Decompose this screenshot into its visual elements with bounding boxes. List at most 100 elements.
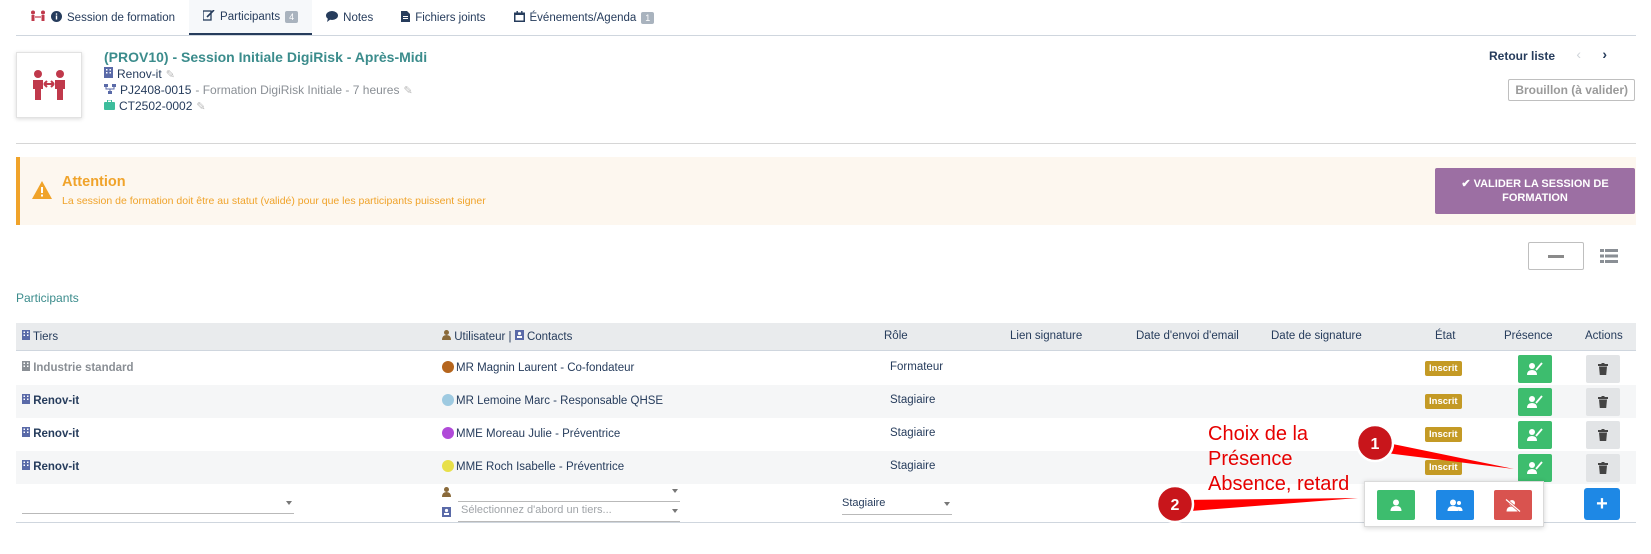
edit-pencil-icon[interactable]: ✎ [403,84,412,97]
warning-triangle-icon [32,179,52,205]
avatar [442,427,454,439]
absent-button[interactable] [1494,490,1532,520]
remote-presence-button[interactable] [1436,490,1474,520]
th-tiers[interactable]: Tiers [22,330,58,343]
contract-icon [104,99,115,113]
chevron-right-icon[interactable]: › [1602,46,1607,62]
trash-icon [1598,363,1608,375]
tiers-cell[interactable]: Industrie standard [22,361,134,374]
presence-popover [1364,481,1544,527]
th-presence[interactable]: Présence [1504,330,1553,342]
status-badge: Inscrit [1425,361,1462,376]
contact-placeholder: Sélectionnez d'abord un tiers... [461,504,612,516]
project-link[interactable]: PJ2408-0015 [120,83,191,97]
warning-box: Attention La session de formation doit ê… [16,157,1636,225]
edit-pencil-icon[interactable]: ✎ [196,100,205,113]
th-signature-date[interactable]: Date de signature [1271,330,1362,342]
presence-button[interactable] [1518,355,1552,383]
tiers-cell[interactable]: Renov-it [22,460,79,473]
collapse-button[interactable] [1528,242,1584,270]
add-participant-button[interactable]: + [1584,488,1620,520]
tab-label: Session de formation [67,11,176,24]
title-separator: - [168,49,182,65]
validate-session-button[interactable]: ✔ VALIDER LA SESSION DE FORMATION [1435,168,1635,214]
user-select[interactable] [458,484,680,502]
training-people-icon [33,70,65,100]
calendar-icon [513,10,525,25]
th-user-contacts[interactable]: Utilisateur | Contacts [442,330,572,343]
presence-button[interactable] [1518,454,1552,482]
contract-link[interactable]: CT2502-0002 [119,99,192,113]
annotation-line: Présence [1208,448,1293,470]
annotation-line: Choix de la [1208,423,1309,445]
user-icon [442,330,451,343]
delete-button[interactable] [1586,454,1620,482]
user-remote-icon [1447,499,1463,511]
list-view-icon[interactable] [1600,249,1618,263]
presence-button[interactable] [1518,388,1552,416]
warning-title: Attention [62,174,126,190]
building-icon [22,427,30,440]
building-icon [22,361,30,374]
tab-label: Fichiers joints [415,11,486,24]
company-link[interactable]: Renov-it [117,67,162,81]
contact-role: - Préventrice [555,461,625,473]
chevron-left-icon[interactable]: ‹ [1576,46,1581,62]
building-icon [22,394,30,407]
contact-cell[interactable]: MR Magnin Laurent - Co-fondateur [442,361,634,374]
contact-cell[interactable]: MME Moreau Julie - Préventrice [442,427,620,440]
session-title: (PROV10) - Session Initiale DigiRisk - A… [104,49,427,65]
marker-2-label: 2 [1171,497,1180,514]
tab-notes[interactable]: Notes [312,0,387,35]
delete-button[interactable] [1586,388,1620,416]
tiers-select[interactable] [22,496,294,514]
section-title: Participants [16,291,79,305]
count-badge: 1 [641,11,655,24]
tab-label: Participants [220,10,281,23]
divider [16,143,1636,144]
role-cell: Stagiaire [890,427,936,439]
delete-button[interactable] [1586,421,1620,449]
contact-select[interactable]: Sélectionnez d'abord un tiers... [458,504,680,522]
tab-files[interactable]: Fichiers joints [387,0,499,35]
role-select[interactable]: Stagiaire [842,497,952,515]
user-sign-icon [1527,428,1543,441]
delete-button[interactable] [1586,355,1620,383]
tiers-cell[interactable]: Renov-it [22,427,79,440]
caret-down-icon [286,501,292,505]
contact-name: MR Magnin Laurent [456,362,557,374]
status-badge[interactable]: Brouillon (à valider) [1508,79,1635,101]
building-icon [22,460,30,473]
contact-role: - Préventrice [551,428,621,440]
signature-icon [202,8,215,24]
back-to-list-link[interactable]: Retour liste [1489,49,1555,63]
table-row: Renov-it MME Roch Isabelle - Préventrice… [16,451,1636,484]
th-sep: | [505,331,515,343]
table-row: Industrie standard MR Magnin Laurent - C… [16,352,1636,385]
status-badge: Inscrit [1425,394,1462,409]
people-icon [30,10,46,25]
user-sign-icon [1527,362,1543,375]
tab-participants[interactable]: Participants 4 [189,0,313,35]
role-cell: Formateur [890,361,944,373]
tab-agenda[interactable]: Événements/Agenda 1 [500,0,669,35]
user-sign-icon [1527,395,1543,408]
tiers-name: Renov-it [33,461,80,473]
project-line: PJ2408-0015 - Formation DigiRisk Initial… [104,83,413,97]
contact-cell[interactable]: MME Roch Isabelle - Préventrice [442,460,624,473]
th-role[interactable]: Rôle [884,330,908,342]
presence-button[interactable] [1518,421,1552,449]
user-present-icon [1390,499,1402,511]
edit-pencil-icon[interactable]: ✎ [166,68,175,81]
th-state[interactable]: État [1435,330,1455,342]
th-email-date[interactable]: Date d'envoi d'email [1136,330,1239,342]
present-button[interactable] [1377,490,1415,520]
tab-session[interactable]: Session de formation [16,0,189,35]
tiers-cell[interactable]: Renov-it [22,394,79,407]
contact-name: MME Moreau Julie [456,428,552,440]
annotation-text: Choix de la Présence Absence, retard [1208,422,1349,497]
tab-label: Notes [343,11,374,24]
contact-cell[interactable]: MR Lemoine Marc - Responsable QHSE [442,394,663,407]
session-ref: (PROV10) [104,49,169,65]
th-signature-link[interactable]: Lien signature [1010,330,1082,342]
